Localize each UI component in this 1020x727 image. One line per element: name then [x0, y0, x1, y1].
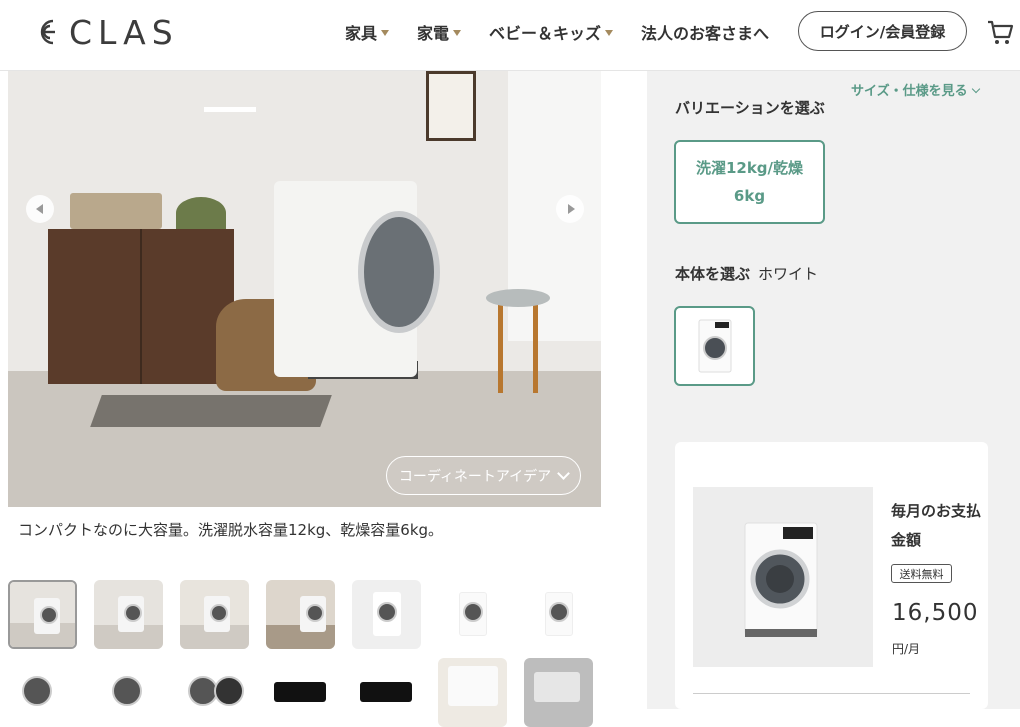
cart-icon[interactable]: [986, 18, 1014, 50]
thumbnail[interactable]: [94, 580, 163, 649]
body-color-value: ホワイト: [758, 265, 819, 283]
chevron-down-icon: [557, 467, 571, 480]
image-stool-legs: [498, 305, 538, 393]
nav-label: 家電: [417, 24, 450, 43]
image-cabinet-divider: [140, 229, 142, 384]
washer-thumbnail-icon: [698, 319, 731, 373]
logo-text: CLAS: [69, 12, 179, 52]
image-plant: [176, 197, 226, 229]
thumbnail[interactable]: [266, 658, 335, 727]
nav-item-furniture[interactable]: 家具: [345, 20, 390, 44]
variation-option-line1: 洗濯12kg/乾燥: [695, 159, 804, 177]
price-divider: [693, 693, 970, 694]
main-product-image[interactable]: コーディネートアイデア: [8, 71, 601, 507]
image-washer-door: [358, 211, 440, 333]
caret-down-icon: [453, 30, 462, 36]
chevron-right-icon: [567, 204, 575, 214]
thumbnail[interactable]: [180, 580, 249, 649]
logo-mark-icon: [40, 19, 55, 45]
thumbnail[interactable]: [352, 580, 421, 649]
thumbnail[interactable]: [524, 580, 593, 649]
thumbnail[interactable]: [352, 658, 421, 727]
chevron-left-icon: [35, 204, 43, 214]
body-color-heading: 本体を選ぶ ホワイト: [675, 263, 818, 284]
login-register-button[interactable]: ログイン/会員登録: [798, 11, 967, 51]
variation-option-line2: 6kg: [733, 187, 766, 205]
price-unit: 円/月: [892, 642, 921, 656]
nav-label: ベビー＆キッズ: [489, 24, 602, 43]
image-wall-frame: [426, 71, 476, 141]
thumbnail[interactable]: [8, 658, 77, 727]
size-specs-link[interactable]: サイズ・仕様を見る: [851, 80, 980, 99]
caret-down-icon: [381, 30, 390, 36]
image-basket: [70, 193, 162, 229]
variation-option-12kg[interactable]: 洗濯12kg/乾燥 6kg: [674, 140, 825, 224]
image-rug: [90, 395, 332, 427]
image-caption: コンパクトなのに大容量。洗濯脱水容量12kg、乾燥容量6kg。: [18, 521, 444, 539]
thumbnail[interactable]: [94, 658, 163, 727]
clas-logo[interactable]: CLAS: [33, 12, 179, 52]
site-header: CLAS 家具 家電 ベビー＆キッズ 法人のお客さまへ ログイン/会員登録: [0, 0, 1020, 71]
thumbnail[interactable]: [438, 580, 507, 649]
variation-heading: バリエーションを選ぶ: [675, 99, 825, 117]
thumbnail[interactable]: [8, 580, 77, 649]
body-color-label: 本体を選ぶ: [675, 265, 751, 283]
nav-item-baby-kids[interactable]: ベビー＆キッズ: [489, 20, 614, 44]
image-stool: [486, 289, 550, 307]
coordinate-ideas-button[interactable]: コーディネートアイデア: [386, 456, 581, 495]
nav-item-business[interactable]: 法人のお客さまへ: [641, 20, 769, 44]
nav-label: 法人のお客さまへ: [641, 24, 770, 43]
main-nav: 家具 家電 ベビー＆キッズ 法人のお客さまへ: [345, 20, 789, 44]
coordinate-ideas-label: コーディネートアイデア: [398, 468, 552, 485]
caret-down-icon: [605, 30, 614, 36]
image-shelf: [204, 107, 256, 112]
size-specs-label: サイズ・仕様を見る: [851, 84, 968, 99]
thumbnail[interactable]: [180, 658, 249, 727]
monthly-price: 16,500: [892, 600, 979, 626]
thumbnail[interactable]: [524, 658, 593, 727]
carousel-prev-button[interactable]: [26, 195, 54, 223]
nav-label: 家具: [345, 24, 378, 43]
chevron-down-icon: [971, 84, 980, 94]
carousel-next-button[interactable]: [556, 195, 584, 223]
thumbnail[interactable]: [266, 580, 335, 649]
thumbnail[interactable]: [438, 658, 507, 727]
free-shipping-badge: 送料無料: [891, 564, 952, 583]
price-card-product-image: [693, 487, 873, 667]
monthly-payment-title: 毎月のお支払金額: [891, 502, 982, 549]
body-color-option-white[interactable]: [674, 306, 755, 386]
nav-item-appliances[interactable]: 家電: [417, 20, 462, 44]
